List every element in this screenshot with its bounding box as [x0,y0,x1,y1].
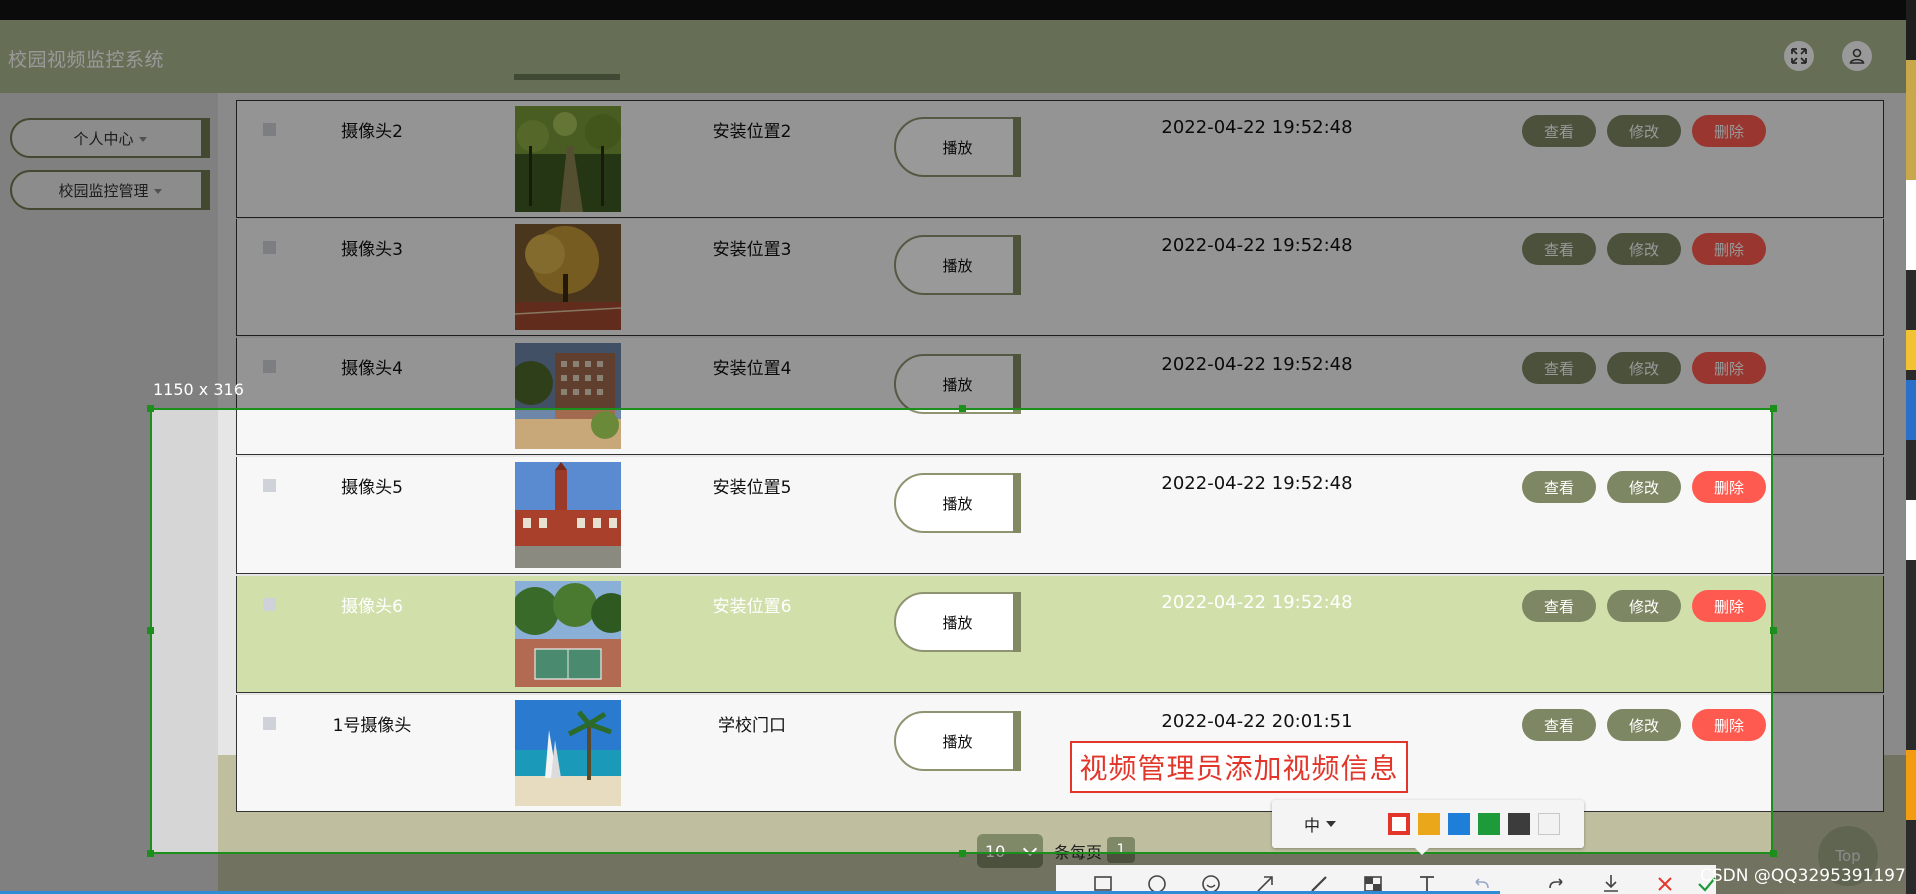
color-swatch-dark[interactable] [1508,813,1530,835]
close-icon[interactable] [1654,872,1676,894]
dim-overlay-top [0,20,1906,408]
font-size-dropdown[interactable]: 中 [1288,812,1352,836]
window-edge [1906,0,1916,894]
resize-handle[interactable] [147,405,154,412]
selection-size-label: 1150 x 316 [153,380,244,399]
resize-handle[interactable] [1770,627,1777,634]
color-swatch-blue[interactable] [1448,813,1470,835]
watermark: CSDN @QQ3295391197 [1700,866,1906,886]
top-strip [0,0,1916,20]
download-icon[interactable] [1600,872,1622,894]
capture-selection[interactable] [150,408,1773,854]
resize-handle[interactable] [1770,850,1777,857]
color-swatch-yellow[interactable] [1418,813,1440,835]
dim-overlay-right [1773,408,1906,894]
resize-handle[interactable] [1770,405,1777,412]
caret-down-icon [1326,821,1336,827]
color-swatch-green[interactable] [1478,813,1500,835]
dim-overlay-left [0,408,150,894]
resize-handle[interactable] [147,850,154,857]
screenshot-toolbar [1056,865,1716,894]
color-swatch-red[interactable] [1388,813,1410,835]
redo-icon[interactable] [1546,872,1568,894]
color-swatch-white[interactable] [1538,813,1560,835]
resize-handle[interactable] [959,405,966,412]
resize-handle[interactable] [959,850,966,857]
annotation-text[interactable]: 视频管理员添加视频信息 [1070,741,1408,793]
text-style-toolbar: 中 [1272,800,1584,855]
resize-handle[interactable] [147,627,154,634]
